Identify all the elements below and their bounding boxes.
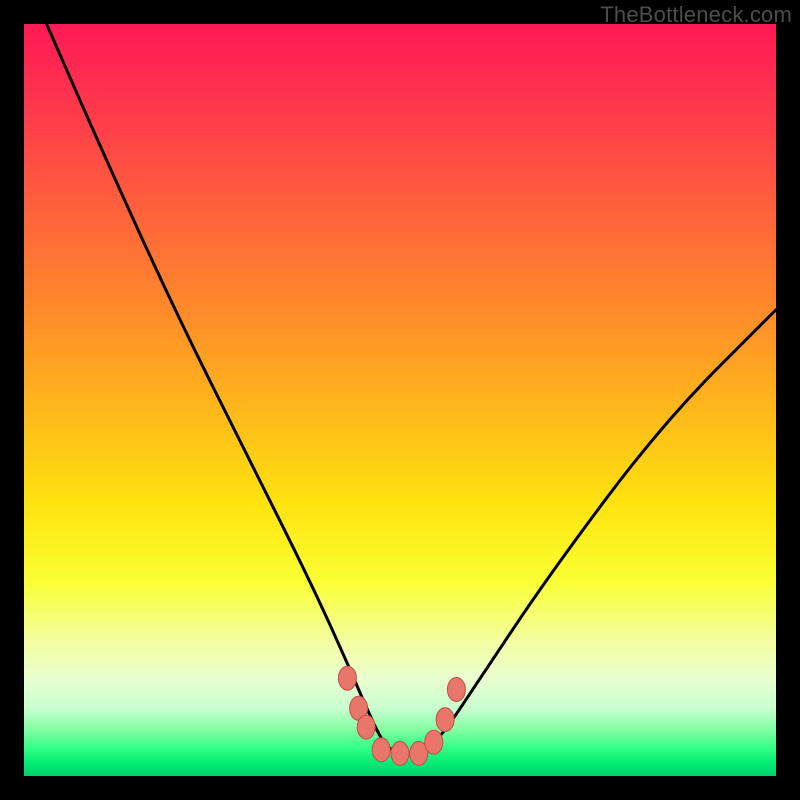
plot-area	[24, 24, 776, 776]
chart-frame: TheBottleneck.com	[0, 0, 800, 800]
